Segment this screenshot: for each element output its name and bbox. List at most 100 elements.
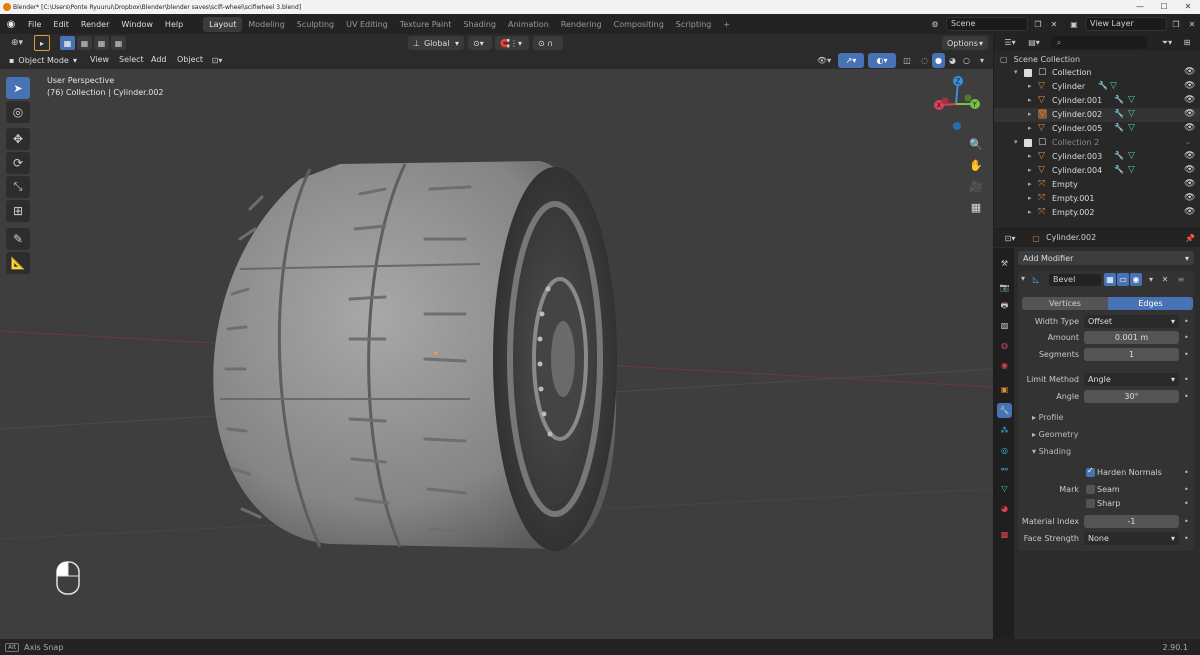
new-scene-icon[interactable]: ❐ xyxy=(1031,17,1045,31)
modifier-name-field[interactable]: Bevel xyxy=(1048,273,1102,287)
view-layer-icon[interactable]: ▣ xyxy=(1065,17,1083,31)
visibility-eye-icon[interactable]: 👁 xyxy=(1184,193,1195,203)
modifier-icon[interactable]: 🔧 xyxy=(1098,81,1108,90)
visibility-eye-icon[interactable]: 👁 xyxy=(1184,151,1195,161)
cursor-tool[interactable]: ◎ xyxy=(6,101,30,123)
tab-animation[interactable]: Animation xyxy=(502,17,555,32)
new-collection-icon[interactable]: ⊞ xyxy=(1180,36,1194,49)
collapse-chevron-icon[interactable]: ▾ xyxy=(1021,274,1025,283)
outliner-object-row[interactable]: ▸ ⤧ Empty.001 👁 xyxy=(994,192,1200,206)
rotate-tool[interactable]: ⟳ xyxy=(6,152,30,174)
mesh-data-icon[interactable]: ▽ xyxy=(1128,165,1135,175)
snap-toggle[interactable]: 🧲⋮▾ xyxy=(495,36,529,50)
visibility-eye-icon[interactable]: 👁 xyxy=(1184,123,1195,133)
outliner-object-row[interactable]: ▸ ▽ Cylinder.001 🔧 ▽ 👁 xyxy=(994,94,1200,108)
solid-shading-icon[interactable]: ● xyxy=(932,53,945,68)
wireframe-shading-icon[interactable]: ◌ xyxy=(918,53,931,68)
affect-edges-tab[interactable]: Edges xyxy=(1108,297,1193,310)
data-tab-icon[interactable]: ▽ xyxy=(997,481,1012,496)
pivot-point-dropdown[interactable]: ⊙▾ xyxy=(468,36,492,50)
chevron-right-icon[interactable]: ▸ xyxy=(1028,180,1032,188)
tool-tab-icon[interactable]: ⚒ xyxy=(997,256,1012,271)
overlay-toggle-icon[interactable]: ◐▾ xyxy=(868,53,896,68)
xray-toggle-icon[interactable]: ◫ xyxy=(900,54,914,67)
render-tab-icon[interactable]: 📷 xyxy=(997,280,1012,295)
menu-edit[interactable]: Edit xyxy=(47,20,75,29)
profile-section[interactable]: ▸ Profile xyxy=(1032,413,1063,422)
outliner-search-input[interactable]: ⌕ xyxy=(1050,36,1148,49)
particles-tab-icon[interactable]: ⁂ xyxy=(997,423,1012,438)
subtract-selection-icon[interactable]: ▦ xyxy=(94,36,109,50)
pin-icon[interactable]: 📌 xyxy=(1184,232,1196,245)
tab-uv-editing[interactable]: UV Editing xyxy=(340,17,394,32)
harden-normals-checkbox[interactable]: ✓ xyxy=(1086,466,1095,477)
texture-tab-icon[interactable]: ▩ xyxy=(997,527,1012,542)
visibility-eye-icon[interactable]: 👁 xyxy=(1184,207,1195,217)
tab-sculpting[interactable]: Sculpting xyxy=(291,17,340,32)
3d-viewport[interactable]: User Perspective (76) Collection | Cylin… xyxy=(0,69,993,639)
mesh-data-icon[interactable]: ▽ xyxy=(1128,95,1135,105)
display-mode-icon[interactable]: ▤▾ xyxy=(1024,36,1044,49)
tab-scripting[interactable]: Scripting xyxy=(670,17,718,32)
neg-x-axis-handle[interactable] xyxy=(941,97,949,105)
neg-z-axis-handle[interactable] xyxy=(953,122,961,130)
chevron-right-icon[interactable]: ▸ xyxy=(1028,208,1032,216)
proportional-editing-toggle[interactable]: ⊙ ∩ xyxy=(533,36,563,50)
geometry-section[interactable]: ▸ Geometry xyxy=(1032,430,1078,439)
annotate-tool[interactable]: ✎ xyxy=(6,228,30,250)
tab-shading[interactable]: Shading xyxy=(457,17,502,32)
modifier-icon[interactable]: 🔧 xyxy=(1114,95,1124,104)
delete-scene-icon[interactable]: ✕ xyxy=(1047,17,1061,31)
menu-help[interactable]: Help xyxy=(159,20,189,29)
ortho-toggle-icon[interactable]: ▦ xyxy=(967,198,985,216)
extend-selection-icon[interactable]: ▦ xyxy=(77,36,92,50)
visibility-eye-icon[interactable]: 👁 xyxy=(1184,165,1195,175)
chevron-right-icon[interactable]: ▸ xyxy=(1028,96,1032,104)
chevron-right-icon[interactable]: ▸ xyxy=(1028,166,1032,174)
navigation-gizmo[interactable]: Z Y X xyxy=(928,74,984,134)
object-tab-icon[interactable]: ▣ xyxy=(997,382,1012,397)
shading-options-icon[interactable]: ▾ xyxy=(976,54,988,67)
options-dropdown[interactable]: Options ▾ xyxy=(942,36,988,50)
blender-menu-icon[interactable]: ◉ xyxy=(0,14,22,34)
chevron-right-icon[interactable]: ▸ xyxy=(1028,124,1032,132)
scene-tab-icon[interactable]: ◍ xyxy=(997,338,1012,353)
menu-object[interactable]: Object xyxy=(171,55,209,64)
view-layer-tab-icon[interactable]: ▨ xyxy=(997,318,1012,333)
outliner-object-row[interactable]: ▸ ⤧ Empty.002 👁 xyxy=(994,206,1200,220)
amount-field[interactable]: 0.001 m xyxy=(1084,331,1179,344)
select-box-tool[interactable]: ➤ xyxy=(6,77,30,99)
edit-mode-toggle-icon[interactable]: ▦ xyxy=(1104,273,1116,286)
maximize-button[interactable]: ☐ xyxy=(1152,0,1176,14)
modifier-icon[interactable]: 🔧 xyxy=(1114,165,1124,174)
mesh-data-icon[interactable]: ▽ xyxy=(1128,109,1135,119)
mesh-data-icon[interactable]: ▽ xyxy=(1128,151,1135,161)
affect-vertices-tab[interactable]: Vertices xyxy=(1022,297,1108,310)
chevron-right-icon[interactable]: ▸ xyxy=(1028,110,1032,118)
invert-selection-icon[interactable]: ▦ xyxy=(111,36,126,50)
object-properties-toggle-icon[interactable]: ⊡▾ xyxy=(206,54,228,67)
visibility-eye-icon[interactable]: 👁 xyxy=(1184,67,1195,77)
world-tab-icon[interactable]: ◉ xyxy=(997,358,1012,373)
face-strength-dropdown[interactable]: None ▾ xyxy=(1084,532,1179,545)
output-tab-icon[interactable]: 🖶 xyxy=(997,299,1012,314)
material-index-field[interactable]: -1 xyxy=(1084,515,1179,528)
move-tool[interactable]: ✥ xyxy=(6,128,30,150)
material-tab-icon[interactable]: ◕ xyxy=(997,501,1012,516)
tab-modeling[interactable]: Modeling xyxy=(242,17,290,32)
mesh-data-icon[interactable]: ▽ xyxy=(1128,123,1135,133)
minimize-button[interactable]: — xyxy=(1128,0,1152,14)
visibility-icon[interactable]: 👁▾ xyxy=(813,54,835,67)
outliner-object-row[interactable]: ▸ ▽ Cylinder.005 🔧 ▽ 👁 xyxy=(994,122,1200,136)
chevron-right-icon[interactable]: ▸ xyxy=(1028,152,1032,160)
visibility-eye-icon[interactable]: 👁 xyxy=(1184,179,1195,189)
tab-layout[interactable]: Layout xyxy=(203,16,243,32)
collection-checkbox-icon[interactable] xyxy=(1024,69,1032,77)
menu-window[interactable]: Window xyxy=(115,20,159,29)
modifier-tab-icon[interactable]: 🔧 xyxy=(997,403,1012,418)
width-type-dropdown[interactable]: Offset ▾ xyxy=(1084,315,1179,328)
properties-editor-icon[interactable]: ⊡▾ xyxy=(1000,232,1020,245)
visibility-eye-icon[interactable]: 👁 xyxy=(1184,95,1195,105)
select-box-tool-icon[interactable]: ▸ xyxy=(34,35,50,51)
mesh-data-icon[interactable]: ▽ xyxy=(1110,81,1117,91)
